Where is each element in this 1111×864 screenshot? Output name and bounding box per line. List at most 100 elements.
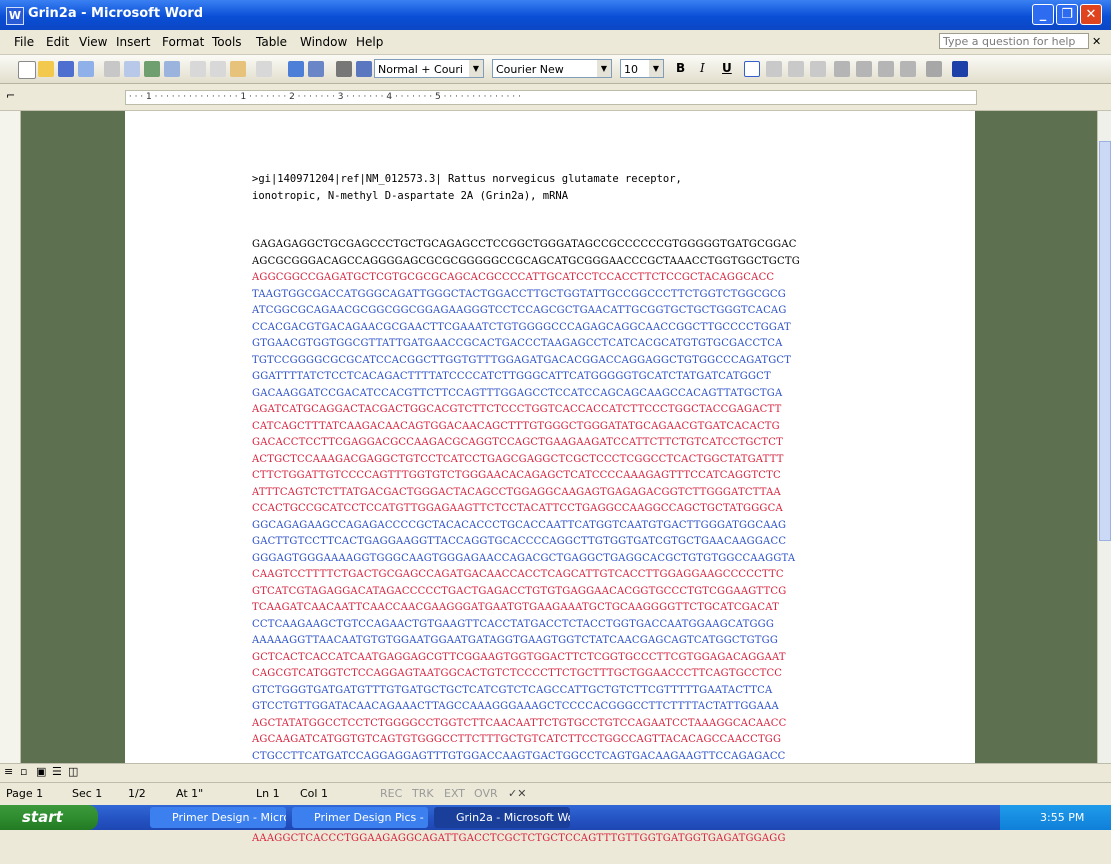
maximize-button[interactable]: ❐: [1056, 4, 1078, 25]
sequence-line: GACTTGTCCTTCACTGAGGAAGGTTACCAGGTGCACCCCA…: [252, 536, 787, 547]
tables-borders-icon[interactable]: [308, 61, 324, 77]
vertical-scrollbar[interactable]: [1097, 111, 1111, 763]
bold-button[interactable]: B: [676, 61, 685, 75]
undo-icon[interactable]: [256, 61, 272, 77]
print-preview-icon[interactable]: [124, 61, 140, 77]
sequence-line: CCTCAAGAAGCTGTCCAGAACTGTGAAGTTCACCTATGAC…: [252, 618, 775, 630]
font-dropdown[interactable]: Courier New ▼: [492, 59, 612, 78]
permission-icon[interactable]: [78, 61, 94, 77]
start-button[interactable]: start: [0, 805, 98, 830]
sequence-line: GGCAGAGAAGCCAGAGACCCCGCTACACACCCTGCACCAA…: [252, 519, 787, 531]
copy-icon[interactable]: [210, 61, 226, 77]
help-question-box[interactable]: Type a question for help: [939, 33, 1089, 49]
close-doc-icon[interactable]: ✕: [1092, 35, 1101, 48]
sequence-line: GGATTTTATCTCCTCACAGACTTTTATCCCCATCTTGGGC…: [252, 371, 771, 382]
tab-selector-icon[interactable]: ⌐: [6, 89, 15, 102]
print-icon[interactable]: [104, 61, 120, 77]
research-icon[interactable]: [164, 61, 180, 77]
sequence-line: GGGAGTGGGAAAAGGTGGGCAAGTGGGAGAACCAGACGCT…: [252, 552, 796, 564]
paste-icon[interactable]: [230, 61, 246, 77]
bullets-icon[interactable]: [856, 61, 872, 77]
menu-view[interactable]: View: [79, 35, 107, 49]
taskbar-item-grin2a[interactable]: Grin2a - Microsoft Word: [434, 807, 570, 828]
status-ovr[interactable]: OVR: [474, 787, 498, 800]
chevron-down-icon: ▼: [597, 60, 611, 77]
cut-icon[interactable]: [190, 61, 206, 77]
horizontal-scrollbar[interactable]: ≡ ▫ ▣ ☰ ◫: [0, 763, 1111, 782]
sequence-line: AGCGCGGGACAGCCAGGGGAGCGCGCGGGGGCCGCAGCAT…: [252, 255, 800, 267]
outline-view-icon[interactable]: ☰: [52, 765, 62, 778]
print-view-icon[interactable]: ▣: [36, 765, 46, 778]
menu-format[interactable]: Format: [162, 35, 204, 49]
increase-indent-icon[interactable]: [900, 61, 916, 77]
reading-view-icon[interactable]: ◫: [68, 765, 78, 778]
sequence-line: GTGAACGTGGTGGCGTTATTGATGAACCGCACTGACCCTA…: [252, 338, 783, 349]
chevron-down-icon: ▼: [649, 60, 663, 77]
menu-edit[interactable]: Edit: [46, 35, 69, 49]
save-icon[interactable]: [58, 61, 74, 77]
sequence-line: TGTCCGGGGCGCGCATCCACGGCTTGGTGTTTGGAGATGA…: [252, 354, 792, 366]
taskbar: start Primer Design - Micro... Primer De…: [0, 805, 1111, 830]
menu-table[interactable]: Table: [256, 35, 287, 49]
sequence-line: AGATCATGCAGGACTACGACTGGCACGTCTTCTCCCTGGT…: [252, 404, 782, 415]
menu-file[interactable]: File: [14, 35, 34, 49]
horizontal-ruler[interactable]: ⌐ · · · 1 · · · · · · · · · · · · · · · …: [0, 84, 1111, 111]
sequence-line: ACTGCTCCAAAGACGAGGCTGTCCTCATCCTGAGCGAGGC…: [252, 453, 784, 465]
sequence-line: AGCAAGATCATGGTGTCAGTGTGGGCCTTCTTTGCTGTCA…: [252, 734, 782, 745]
status-pages: 1/2: [128, 787, 146, 800]
menu-bar: File Edit View Insert Format Tools Table…: [0, 30, 1111, 55]
document-text[interactable]: >gi|140971204|ref|NM_012573.3| Rattus no…: [252, 138, 952, 864]
sequence-line: CATCAGCTTTATCAAGACAACAGTGGACAACAGCTTTGTG…: [252, 420, 780, 432]
style-value: Normal + Couri: [378, 63, 463, 76]
menu-help[interactable]: Help: [356, 35, 383, 49]
font-color-icon[interactable]: [952, 61, 968, 77]
taskbar-item-primer-design[interactable]: Primer Design - Micro...: [150, 807, 286, 828]
vertical-ruler[interactable]: [0, 111, 21, 763]
numbering-icon[interactable]: [834, 61, 850, 77]
align-right-icon[interactable]: [788, 61, 804, 77]
spelling-status-icon[interactable]: ✓✕: [508, 787, 526, 800]
sequence-line: CTTCTGGATTGTCCCCAGTTTGGTGTCTGGGAACACAGAG…: [252, 470, 781, 481]
window-title: Grin2a - Microsoft Word: [28, 6, 204, 21]
hyperlink-icon[interactable]: [288, 61, 304, 77]
justify-icon[interactable]: [810, 61, 826, 77]
status-trk[interactable]: TRK: [412, 787, 434, 800]
menu-window[interactable]: Window: [300, 35, 347, 49]
font-value: Courier New: [496, 63, 564, 76]
italic-button[interactable]: I: [700, 61, 705, 75]
scrollbar-thumb[interactable]: [1099, 141, 1111, 541]
sequence-line: CCACGACGTGACAGAACGCGAACTTCGAAATCTGTGGGGC…: [252, 321, 791, 333]
status-ext[interactable]: EXT: [444, 787, 465, 800]
minimize-button[interactable]: _: [1032, 4, 1054, 25]
status-line: Ln 1: [256, 787, 280, 800]
word-app-icon[interactable]: W: [6, 7, 24, 25]
sequence-body: GAGAGAGGCTGCGAGCCCTGCTGCAGAGCCTCCGGCTGGG…: [252, 237, 952, 848]
sequence-line: GCTCACTCACCATCAATGAGGAGCGTTCGGAAGTGGTGGA…: [252, 651, 786, 663]
align-center-icon[interactable]: [766, 61, 782, 77]
styles-icon[interactable]: [356, 61, 372, 77]
style-dropdown[interactable]: Normal + Couri ▼: [374, 59, 484, 78]
sequence-line: CAAGTCCTTTTCTGACTGCGAGCCAGATGACAACCACCTC…: [252, 569, 784, 580]
web-view-icon[interactable]: ▫: [20, 765, 27, 778]
close-button[interactable]: ✕: [1080, 4, 1102, 25]
open-icon[interactable]: [38, 61, 54, 77]
status-rec[interactable]: REC: [380, 787, 402, 800]
menu-tools[interactable]: Tools: [212, 35, 242, 49]
status-col: Col 1: [300, 787, 328, 800]
taskbar-item-primer-design-pics[interactable]: Primer Design Pics - M...: [292, 807, 428, 828]
status-section: Sec 1: [72, 787, 103, 800]
menu-insert[interactable]: Insert: [116, 35, 150, 49]
underline-button[interactable]: U: [722, 61, 732, 75]
new-icon[interactable]: [18, 61, 36, 79]
align-left-icon[interactable]: [744, 61, 760, 77]
normal-view-icon[interactable]: ≡: [4, 765, 13, 778]
font-size-dropdown[interactable]: 10 ▼: [620, 59, 664, 78]
borders-icon[interactable]: [926, 61, 942, 77]
spelling-icon[interactable]: [144, 61, 160, 77]
font-size-value: 10: [624, 63, 638, 76]
show-formatting-icon[interactable]: [336, 61, 352, 77]
sequence-line: TAAGTGGCGACCATGGGCAGATTGGGCTACTGGACCTTGC…: [252, 288, 786, 300]
decrease-indent-icon[interactable]: [878, 61, 894, 77]
title-bar: W Grin2a - Microsoft Word _ ❐ ✕: [0, 0, 1111, 30]
sequence-line: ATTTCAGTCTCTTATGACGACTGGGACTACAGCCTGGAGG…: [252, 486, 781, 498]
